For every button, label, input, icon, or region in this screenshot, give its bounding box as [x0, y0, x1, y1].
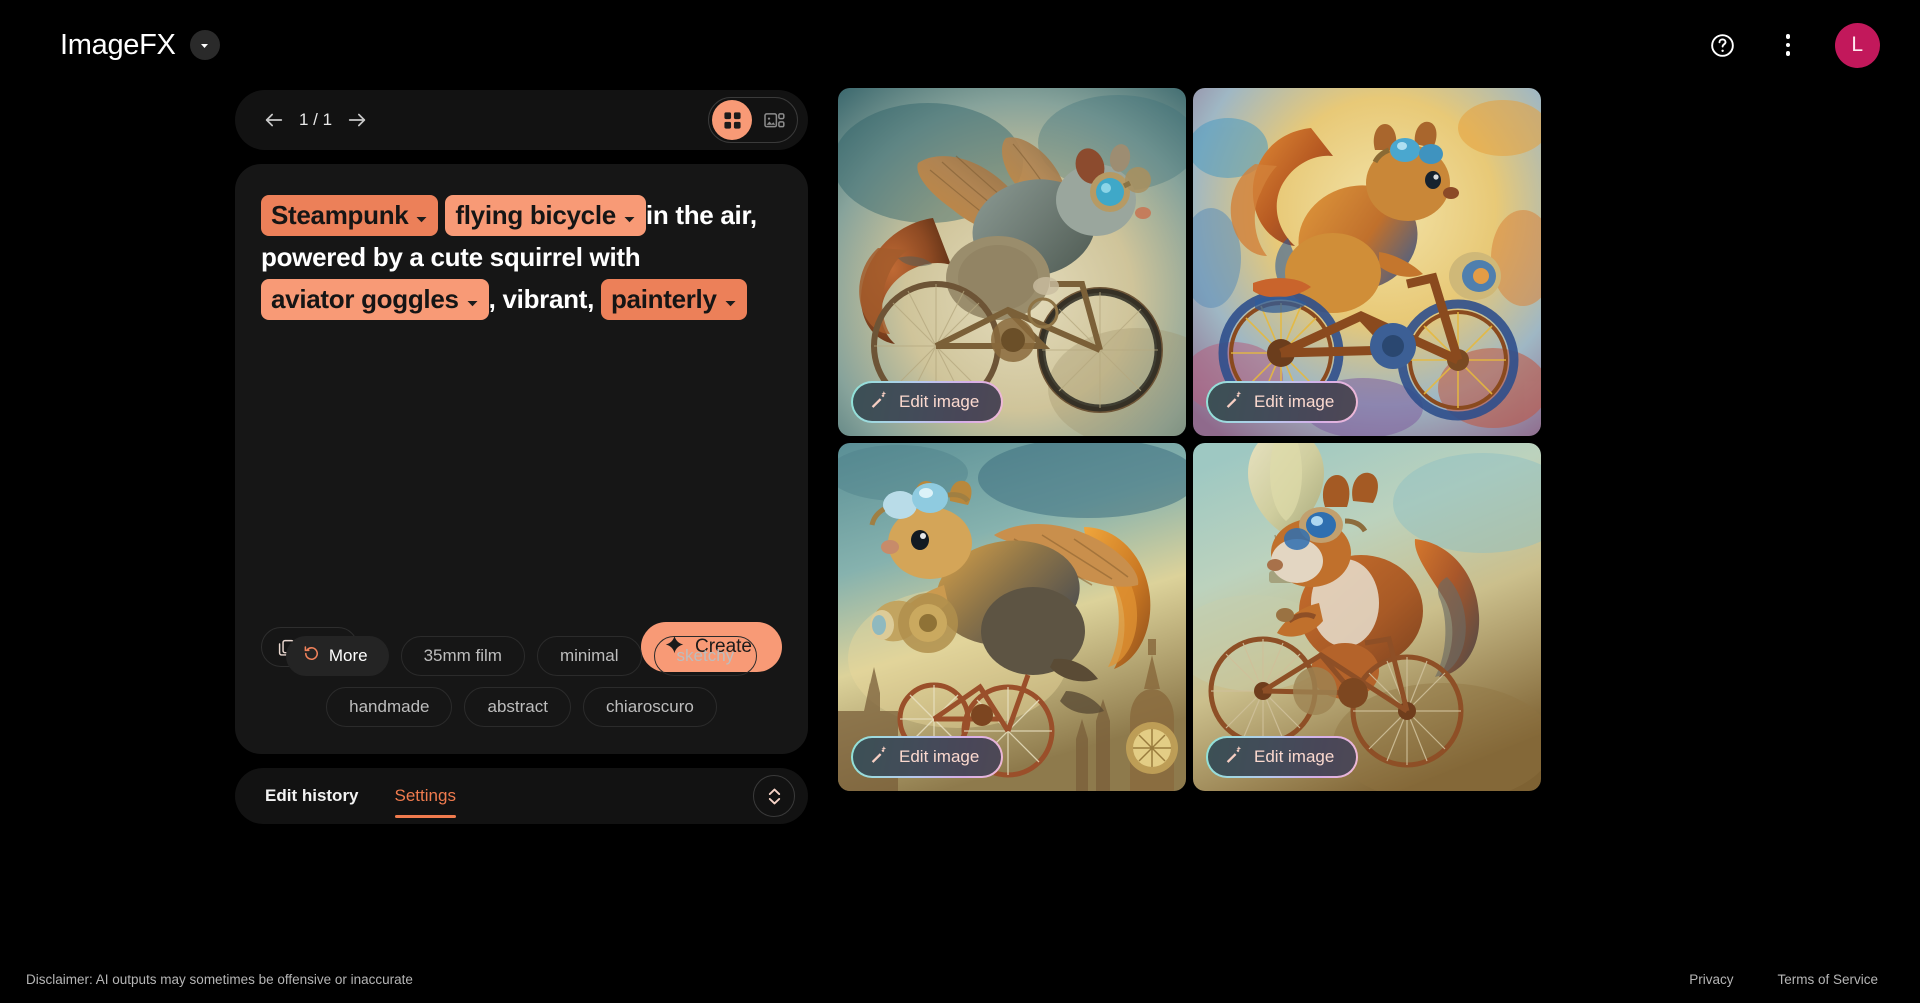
- chevron-down-icon: [724, 281, 737, 317]
- chevron-down-icon: [415, 197, 428, 233]
- tab-edit-history[interactable]: Edit history: [265, 768, 359, 824]
- suggestion-chip-sketchy[interactable]: sketchy: [653, 636, 758, 676]
- image-tile-2[interactable]: Edit image: [1193, 88, 1541, 436]
- detail-view-icon[interactable]: [754, 100, 794, 140]
- suggestion-more-label: More: [328, 646, 368, 665]
- disclaimer-text: Disclaimer: AI outputs may sometimes be …: [26, 971, 413, 987]
- magic-wand-icon: [869, 390, 888, 414]
- prompt-chip-painterly[interactable]: painterly: [600, 279, 747, 320]
- edit-image-button-3[interactable]: Edit image: [851, 736, 1004, 778]
- edit-image-label: Edit image: [1254, 392, 1335, 411]
- suggestion-chip-handmade[interactable]: handmade: [326, 687, 453, 727]
- suggestion-more-button[interactable]: More: [285, 636, 389, 676]
- suggestion-row-2: handmade abstract chiaroscuro: [261, 687, 782, 727]
- prompt-static-text-2: , vibrant,: [488, 284, 595, 314]
- suggestion-chip-chiaroscuro[interactable]: chiaroscuro: [582, 687, 717, 727]
- chip-label: painterly: [610, 284, 717, 314]
- prompt-chip-flying-bicycle[interactable]: flying bicycle: [445, 195, 646, 236]
- edit-image-button-1[interactable]: Edit image: [851, 381, 1004, 423]
- magic-wand-icon: [869, 745, 888, 769]
- prompt-chip-steampunk[interactable]: Steampunk: [261, 195, 439, 236]
- edit-image-button-2[interactable]: Edit image: [1206, 381, 1359, 423]
- edit-image-label: Edit image: [899, 747, 980, 766]
- suggestion-chip-35mm-film[interactable]: 35mm film: [400, 636, 525, 676]
- prompt-card: Steampunk flying bicycle in the air, powe…: [235, 164, 808, 754]
- prompt-chip-aviator-goggles[interactable]: aviator goggles: [261, 279, 489, 320]
- header-actions: L: [1703, 22, 1880, 68]
- refresh-icon: [303, 645, 320, 667]
- image-results-grid: Edit image Edit image Edit image Edit im…: [838, 88, 1541, 791]
- page-counter: 1 / 1: [299, 110, 333, 129]
- chip-label: Steampunk: [271, 200, 409, 230]
- left-panel: 1 / 1 Steampunk flying bicycle in the ai…: [235, 90, 808, 824]
- edit-image-button-4[interactable]: Edit image: [1206, 736, 1359, 778]
- chevron-down-icon: [623, 197, 636, 233]
- image-tile-1[interactable]: Edit image: [838, 88, 1186, 436]
- gallery-navigation-bar: 1 / 1: [235, 90, 808, 150]
- brand-group: ImageFX: [60, 29, 220, 62]
- suggestion-chip-abstract[interactable]: abstract: [464, 687, 571, 727]
- prompt-text[interactable]: Steampunk flying bicycle in the air, powe…: [261, 194, 782, 320]
- suggestion-chip-minimal[interactable]: minimal: [536, 636, 642, 676]
- avatar[interactable]: L: [1835, 22, 1880, 68]
- help-circle-icon[interactable]: [1703, 26, 1741, 64]
- app-header: ImageFX L: [0, 0, 1920, 90]
- terms-link[interactable]: Terms of Service: [1777, 972, 1878, 987]
- magic-wand-icon: [1224, 390, 1243, 414]
- edit-image-label: Edit image: [1254, 747, 1335, 766]
- magic-wand-icon: [1224, 745, 1243, 769]
- arrow-left-icon[interactable]: [253, 99, 295, 141]
- privacy-link[interactable]: Privacy: [1689, 972, 1733, 987]
- arrow-right-icon[interactable]: [336, 99, 378, 141]
- bottom-tab-bar: Edit history Settings: [235, 768, 808, 824]
- suggestion-chips: More 35mm film minimal sketchy handmade …: [261, 636, 782, 738]
- grid-view-icon[interactable]: [712, 100, 752, 140]
- tab-settings[interactable]: Settings: [394, 768, 457, 824]
- image-tile-4[interactable]: Edit image: [1193, 443, 1541, 791]
- chip-label: aviator goggles: [271, 284, 459, 314]
- edit-image-label: Edit image: [899, 392, 980, 411]
- chip-label: flying bicycle: [455, 200, 616, 230]
- more-vertical-icon[interactable]: [1769, 26, 1807, 64]
- view-mode-toggle: [708, 97, 798, 143]
- app-footer: Disclaimer: AI outputs may sometimes be …: [0, 955, 1920, 1003]
- suggestion-row-1: More 35mm film minimal sketchy: [261, 636, 782, 676]
- footer-links: Privacy Terms of Service: [1689, 972, 1878, 987]
- unfold-more-icon[interactable]: [753, 775, 795, 817]
- app-title: ImageFX: [60, 28, 176, 61]
- chevron-down-icon[interactable]: [189, 30, 220, 60]
- chevron-down-icon: [466, 281, 479, 317]
- image-tile-3[interactable]: Edit image: [838, 443, 1186, 791]
